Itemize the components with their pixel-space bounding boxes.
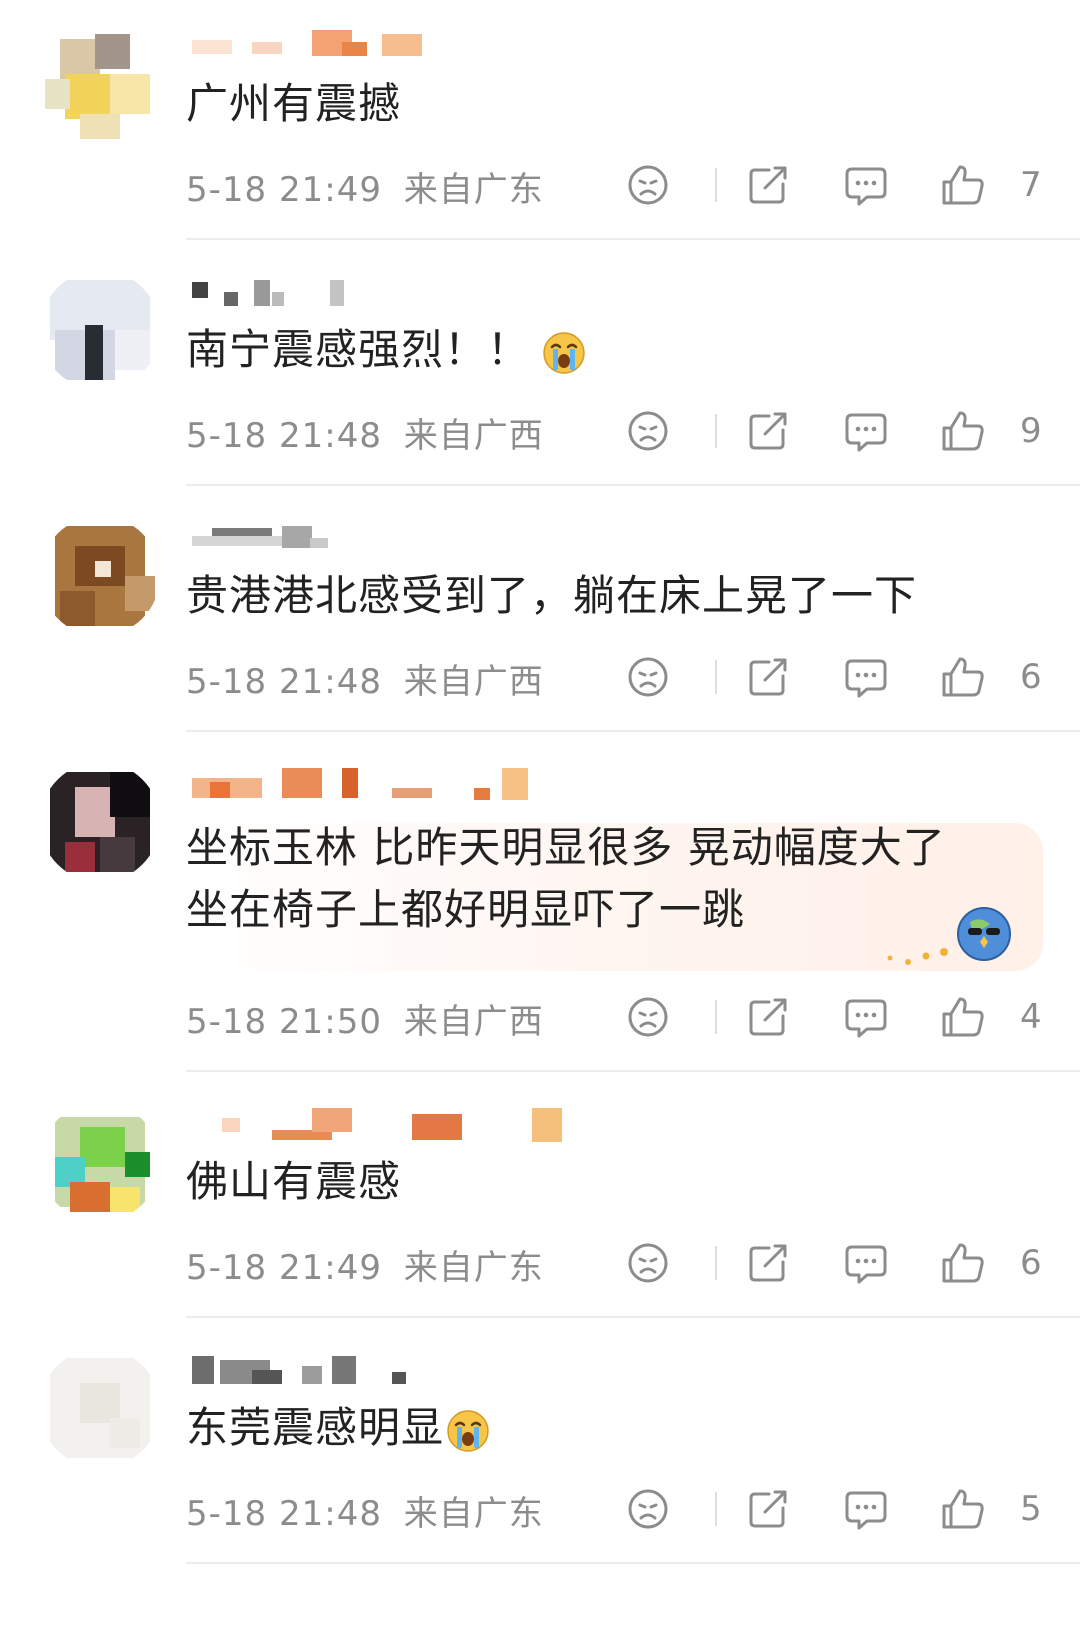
comment-time: 5-18 21:48 xyxy=(186,416,382,456)
divider xyxy=(186,1316,1080,1318)
crying-face-icon xyxy=(446,1409,490,1453)
like-count: 6 xyxy=(1020,1243,1042,1283)
comment-meta: 5-18 21:49 来自广东 xyxy=(186,1240,544,1289)
share-icon[interactable] xyxy=(745,1486,791,1532)
comment-time: 5-18 21:50 xyxy=(186,1002,382,1042)
comment-location: 来自广东 xyxy=(403,1248,544,1288)
share-icon[interactable] xyxy=(745,994,791,1040)
comment-text: 贵港港北感受到了，躺在床上晃了一下 xyxy=(186,571,918,620)
frown-face-icon[interactable] xyxy=(625,1240,671,1286)
comment-location: 来自广东 xyxy=(403,1494,544,1534)
username-blurred[interactable] xyxy=(192,30,652,66)
comment-time: 5-18 21:49 xyxy=(186,1248,382,1288)
cool-earth-sticker-icon xyxy=(887,907,1011,965)
action-separator xyxy=(715,1000,717,1034)
comment-meta: 5-18 21:49 来自广东 xyxy=(186,162,544,211)
comment-location: 来自广东 xyxy=(403,170,544,210)
comment-icon[interactable] xyxy=(843,162,889,208)
share-icon[interactable] xyxy=(745,162,791,208)
thumbs-up-icon[interactable] xyxy=(940,994,986,1040)
comment-text: 佛山有震感 xyxy=(186,1157,402,1206)
comment-icon[interactable] xyxy=(843,994,889,1040)
frown-face-icon[interactable] xyxy=(625,994,671,1040)
comment-actions: 4 xyxy=(625,994,1055,1044)
comment-time: 5-18 21:48 xyxy=(186,1494,382,1534)
comment-actions: 7 xyxy=(625,162,1055,212)
comment-actions: 6 xyxy=(625,1240,1055,1290)
username-blurred[interactable] xyxy=(192,278,652,314)
comment-actions: 5 xyxy=(625,1486,1055,1536)
username-blurred[interactable] xyxy=(192,1356,652,1392)
username-blurred[interactable] xyxy=(192,524,652,560)
frown-face-icon[interactable] xyxy=(625,162,671,208)
crying-face-icon xyxy=(542,331,586,375)
avatar[interactable] xyxy=(40,24,160,144)
comment-icon[interactable] xyxy=(843,408,889,454)
avatar[interactable] xyxy=(40,516,160,636)
divider xyxy=(186,1070,1080,1072)
comment-time: 5-18 21:48 xyxy=(186,662,382,702)
comment-location: 来自广西 xyxy=(403,1002,544,1042)
comment-text: 南宁震感强烈！！ xyxy=(186,318,586,382)
like-count: 6 xyxy=(1020,657,1042,697)
comment-time: 5-18 21:49 xyxy=(186,170,382,210)
comment-icon[interactable] xyxy=(843,654,889,700)
action-separator xyxy=(715,1492,717,1526)
frown-face-icon[interactable] xyxy=(625,654,671,700)
comment-text-content: 东莞震感明显 xyxy=(186,1403,445,1452)
like-count: 5 xyxy=(1020,1489,1042,1529)
comment-location: 来自广西 xyxy=(403,662,544,702)
like-count: 4 xyxy=(1020,997,1042,1037)
comment-meta: 5-18 21:48 来自广东 xyxy=(186,1486,544,1535)
avatar[interactable] xyxy=(40,1102,160,1222)
action-separator xyxy=(715,1246,717,1280)
action-separator xyxy=(715,660,717,694)
thumbs-up-icon[interactable] xyxy=(940,654,986,700)
username-blurred[interactable] xyxy=(192,1108,652,1144)
like-count: 9 xyxy=(1020,411,1042,451)
thumbs-up-icon[interactable] xyxy=(940,162,986,208)
divider xyxy=(186,238,1080,240)
username-blurred[interactable] xyxy=(192,768,652,804)
comment-text: 东莞震感明显 xyxy=(186,1396,490,1460)
share-icon[interactable] xyxy=(745,408,791,454)
comment-actions: 6 xyxy=(625,654,1055,704)
like-count: 7 xyxy=(1020,165,1042,205)
thumbs-up-icon[interactable] xyxy=(940,1240,986,1286)
comment-icon[interactable] xyxy=(843,1240,889,1286)
share-icon[interactable] xyxy=(745,654,791,700)
comment-icon[interactable] xyxy=(843,1486,889,1532)
action-separator xyxy=(715,168,717,202)
comment-text-line2: 坐在椅子上都好明显吓了一跳 xyxy=(186,885,746,934)
comment-meta: 5-18 21:50 来自广西 xyxy=(186,994,544,1043)
frown-face-icon[interactable] xyxy=(625,1486,671,1532)
comment-actions: 9 xyxy=(625,408,1055,458)
frown-face-icon[interactable] xyxy=(625,408,671,454)
avatar[interactable] xyxy=(40,1348,160,1468)
divider xyxy=(186,730,1080,732)
comment-text: 广州有震撼 xyxy=(186,79,402,128)
divider xyxy=(186,1562,1080,1564)
comment-meta: 5-18 21:48 来自广西 xyxy=(186,654,544,703)
avatar[interactable] xyxy=(40,270,160,390)
comment-text-content: 南宁震感强烈！！ xyxy=(186,325,531,374)
action-separator xyxy=(715,414,717,448)
share-icon[interactable] xyxy=(745,1240,791,1286)
comment-meta: 5-18 21:48 来自广西 xyxy=(186,408,544,457)
comment-text: 坐标玉林 比昨天明显很多 晃动幅度大了 xyxy=(186,823,946,872)
thumbs-up-icon[interactable] xyxy=(940,408,986,454)
thumbs-up-icon[interactable] xyxy=(940,1486,986,1532)
comment-location: 来自广西 xyxy=(403,416,544,456)
avatar[interactable] xyxy=(40,762,160,882)
divider xyxy=(186,484,1080,486)
